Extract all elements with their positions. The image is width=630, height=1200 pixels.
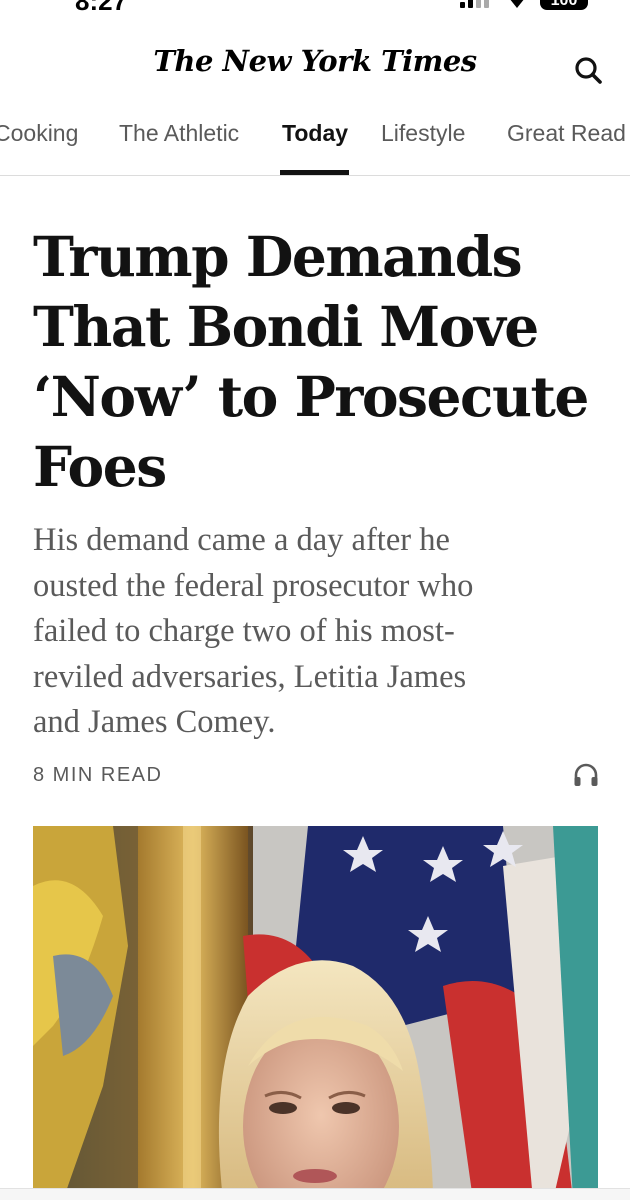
headline-line: Trump Demands <box>33 224 523 289</box>
tab-today[interactable]: Today <box>282 120 348 147</box>
hero-photo <box>33 826 598 1200</box>
read-time: 8 MIN READ <box>33 764 163 786</box>
section-nav: Cooking The Athletic Today Lifestyle Gre… <box>0 108 630 176</box>
headline-line: That Bondi Move <box>33 294 539 359</box>
masthead: The New York Times <box>0 40 630 96</box>
summary-line: His demand came a day after he <box>33 522 450 558</box>
article-hero-image[interactable] <box>33 826 598 1200</box>
active-tab-indicator <box>280 170 349 175</box>
summary-line: ousted the federal prosecutor who <box>33 567 474 604</box>
headline-line: ‘Now’ to Prosecute <box>33 364 589 429</box>
search-button[interactable] <box>572 54 606 88</box>
tab-lifestyle[interactable]: Lifestyle <box>381 120 465 147</box>
status-bar: 8:27 100 <box>0 0 630 14</box>
bottom-bar-edge <box>0 1188 630 1200</box>
article-meta: 8 MIN READ <box>33 760 601 794</box>
headphones-icon <box>574 763 598 786</box>
article-headline[interactable]: Trump Demands That Bondi Move ‘Now’ to P… <box>33 222 603 502</box>
article-summary: His demand came a day after he ousted th… <box>33 518 613 746</box>
tab-great-read[interactable]: Great Read <box>507 120 626 147</box>
wifi-icon <box>510 0 524 8</box>
cellular-signal-icon <box>460 0 492 8</box>
headline-line: Foes <box>33 434 167 499</box>
tab-the-athletic[interactable]: The Athletic <box>119 120 239 147</box>
battery-indicator: 100 <box>540 0 588 10</box>
summary-line: reviled adversaries, Letitia James <box>33 658 467 695</box>
summary-line: failed to charge two of his most- <box>33 613 455 649</box>
nyt-logo[interactable]: The New York Times <box>0 44 630 78</box>
summary-line: and James Comey. <box>33 704 276 740</box>
search-icon <box>575 57 602 84</box>
listen-button[interactable] <box>571 760 601 790</box>
status-time: 8:27 <box>75 0 127 14</box>
tab-cooking[interactable]: Cooking <box>0 120 78 147</box>
